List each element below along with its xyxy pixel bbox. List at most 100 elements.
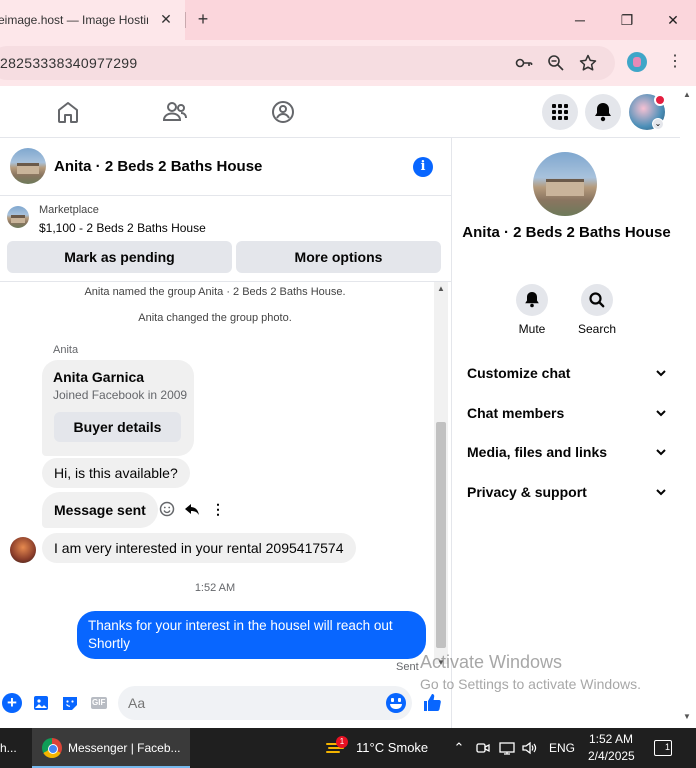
system-message: Anita changed the group photo. bbox=[138, 312, 292, 324]
grid-icon bbox=[552, 104, 568, 120]
notification-dot bbox=[654, 94, 666, 106]
restore-button[interactable]: ❐ bbox=[615, 8, 639, 32]
groups-icon[interactable] bbox=[269, 98, 297, 126]
facebook-top-nav bbox=[0, 86, 680, 138]
minimize-button[interactable]: ─ bbox=[568, 8, 592, 32]
tab-separator bbox=[185, 12, 186, 28]
customize-chat-row[interactable]: Customize chat bbox=[467, 361, 667, 385]
home-icon[interactable] bbox=[54, 98, 82, 126]
search-label: Search bbox=[577, 322, 617, 336]
chat-panel: Anita · 2 Beds 2 Baths House i Marketpla… bbox=[0, 138, 452, 728]
media-files-links-row[interactable]: Media, files and links bbox=[467, 440, 667, 464]
message-bubble[interactable]: I am very interested in your rental 2095… bbox=[42, 533, 356, 563]
menu-grid-button[interactable] bbox=[542, 94, 578, 130]
chat-info-title: Anita · 2 Beds 2 Baths House bbox=[462, 224, 671, 241]
sender-avatar[interactable] bbox=[10, 537, 36, 563]
system-message: Anita named the group Anita · 2 Beds 2 B… bbox=[84, 286, 346, 298]
browser-tab[interactable]: eimage.host — Image Hosting ✕ bbox=[0, 0, 185, 40]
browser-tab-bar: eimage.host — Image Hosting ✕ + ─ ❐ ✕ bbox=[0, 0, 696, 40]
chat-info-panel: Anita · 2 Beds 2 Baths House Mute Search… bbox=[453, 138, 680, 728]
mute-button[interactable]: Mute bbox=[502, 284, 562, 336]
chat-members-row[interactable]: Chat members bbox=[467, 401, 667, 425]
key-icon[interactable] bbox=[514, 53, 534, 73]
buyer-details-button[interactable]: Buyer details bbox=[54, 412, 181, 442]
clock-date: 2/4/2025 bbox=[588, 749, 635, 763]
marketplace-listing: Marketplace $1,100 - 2 Beds 2 Baths Hous… bbox=[0, 196, 452, 282]
taskbar-clock[interactable]: 1:52 AM 2/4/2025 bbox=[588, 731, 635, 765]
taskbar-app-label: Messenger | Faceb... bbox=[68, 741, 181, 755]
browser-menu-icon[interactable]: ⋮ bbox=[665, 52, 685, 72]
section-label: Media, files and links bbox=[467, 444, 608, 460]
address-bar-area: 28253338340977299 bbox=[0, 40, 696, 86]
message-bubble[interactable]: Message sent bbox=[42, 492, 158, 528]
network-icon[interactable] bbox=[498, 739, 516, 757]
sent-status: Sent bbox=[396, 661, 419, 673]
meet-now-icon[interactable] bbox=[474, 739, 492, 757]
chevron-up-icon[interactable]: ⌃ bbox=[450, 739, 468, 757]
scroll-up-arrow[interactable]: ▲ bbox=[683, 90, 691, 99]
scroll-down-arrow[interactable]: ▼ bbox=[683, 712, 691, 721]
outgoing-message-bubble[interactable]: Thanks for your interest in the housel w… bbox=[77, 611, 426, 659]
section-label: Chat members bbox=[467, 405, 565, 421]
sticker-icon[interactable] bbox=[60, 693, 80, 713]
bookmark-star-icon[interactable] bbox=[578, 53, 598, 73]
info-icon[interactable]: i bbox=[413, 157, 433, 177]
zoom-icon[interactable] bbox=[546, 53, 566, 73]
listing-price-title[interactable]: $1,100 - 2 Beds 2 Baths House bbox=[39, 221, 206, 235]
taskbar-app-item[interactable]: h... bbox=[0, 728, 17, 768]
volume-icon[interactable] bbox=[520, 739, 538, 757]
notifications-button[interactable] bbox=[585, 94, 621, 130]
new-tab-button[interactable]: + bbox=[193, 9, 213, 29]
section-label: Privacy & support bbox=[467, 484, 587, 500]
thumbs-up-icon[interactable] bbox=[421, 691, 443, 713]
mark-pending-button[interactable]: Mark as pending bbox=[7, 241, 232, 273]
notification-center-icon[interactable]: 1 bbox=[654, 740, 672, 756]
message-bubble[interactable]: Hi, is this available? bbox=[42, 458, 190, 488]
account-chevron-icon[interactable]: ⌄ bbox=[652, 118, 664, 130]
privacy-support-row[interactable]: Privacy & support bbox=[467, 480, 667, 504]
gif-label: GIF bbox=[92, 698, 106, 707]
chat-title[interactable]: Anita · 2 Beds 2 Baths House bbox=[54, 158, 262, 175]
chevron-down-icon bbox=[655, 480, 667, 512]
chrome-icon bbox=[42, 738, 62, 758]
plus-icon[interactable]: + bbox=[2, 693, 22, 713]
group-photo-large[interactable] bbox=[533, 152, 597, 216]
gif-icon[interactable]: GIF bbox=[89, 693, 109, 713]
chat-scroll-up[interactable]: ▲ bbox=[436, 284, 446, 294]
chevron-down-icon bbox=[655, 401, 667, 433]
message-composer: + GIF bbox=[0, 682, 452, 728]
weather-text[interactable]: 11°C Smoke bbox=[356, 728, 428, 768]
chat-scrollbar[interactable]: ▲ ▼ bbox=[434, 282, 448, 667]
react-icon[interactable] bbox=[158, 500, 176, 518]
extension-icon[interactable] bbox=[627, 52, 647, 72]
chevron-down-icon bbox=[655, 440, 667, 472]
bell-icon bbox=[595, 103, 611, 122]
sender-name: Anita bbox=[53, 344, 79, 356]
weather-badge: 1 bbox=[336, 736, 348, 748]
photo-icon[interactable] bbox=[31, 693, 51, 713]
more-options-button[interactable]: More options bbox=[236, 241, 441, 273]
tab-close-icon[interactable]: ✕ bbox=[158, 11, 174, 27]
reply-icon[interactable] bbox=[183, 500, 201, 518]
more-actions-icon[interactable]: ⋮ bbox=[209, 500, 227, 518]
section-label: Customize chat bbox=[467, 365, 571, 381]
message-timestamp: 1:52 AM bbox=[194, 582, 236, 594]
emoji-icon[interactable] bbox=[386, 693, 406, 713]
profile-card-name[interactable]: Anita Garnica bbox=[53, 369, 144, 385]
search-icon bbox=[581, 284, 613, 316]
close-window-button[interactable]: ✕ bbox=[661, 8, 685, 32]
mute-bell-icon bbox=[516, 284, 548, 316]
url-text[interactable]: 28253338340977299 bbox=[0, 55, 137, 71]
friends-icon[interactable] bbox=[161, 98, 189, 126]
language-indicator[interactable]: ENG bbox=[549, 728, 575, 768]
listing-thumbnail[interactable] bbox=[7, 206, 29, 228]
chat-header: Anita · 2 Beds 2 Baths House i bbox=[0, 138, 452, 196]
group-photo[interactable] bbox=[10, 148, 46, 184]
chevron-down-icon bbox=[655, 361, 667, 393]
tab-title: eimage.host — Image Hosting bbox=[0, 13, 148, 27]
page-scrollbar[interactable]: ▲ ▼ bbox=[680, 86, 696, 728]
message-input[interactable] bbox=[118, 686, 412, 720]
chat-scroll-thumb[interactable] bbox=[436, 422, 446, 648]
activate-windows-watermark: Activate Windows bbox=[420, 652, 563, 672]
search-button[interactable]: Search bbox=[567, 284, 627, 336]
